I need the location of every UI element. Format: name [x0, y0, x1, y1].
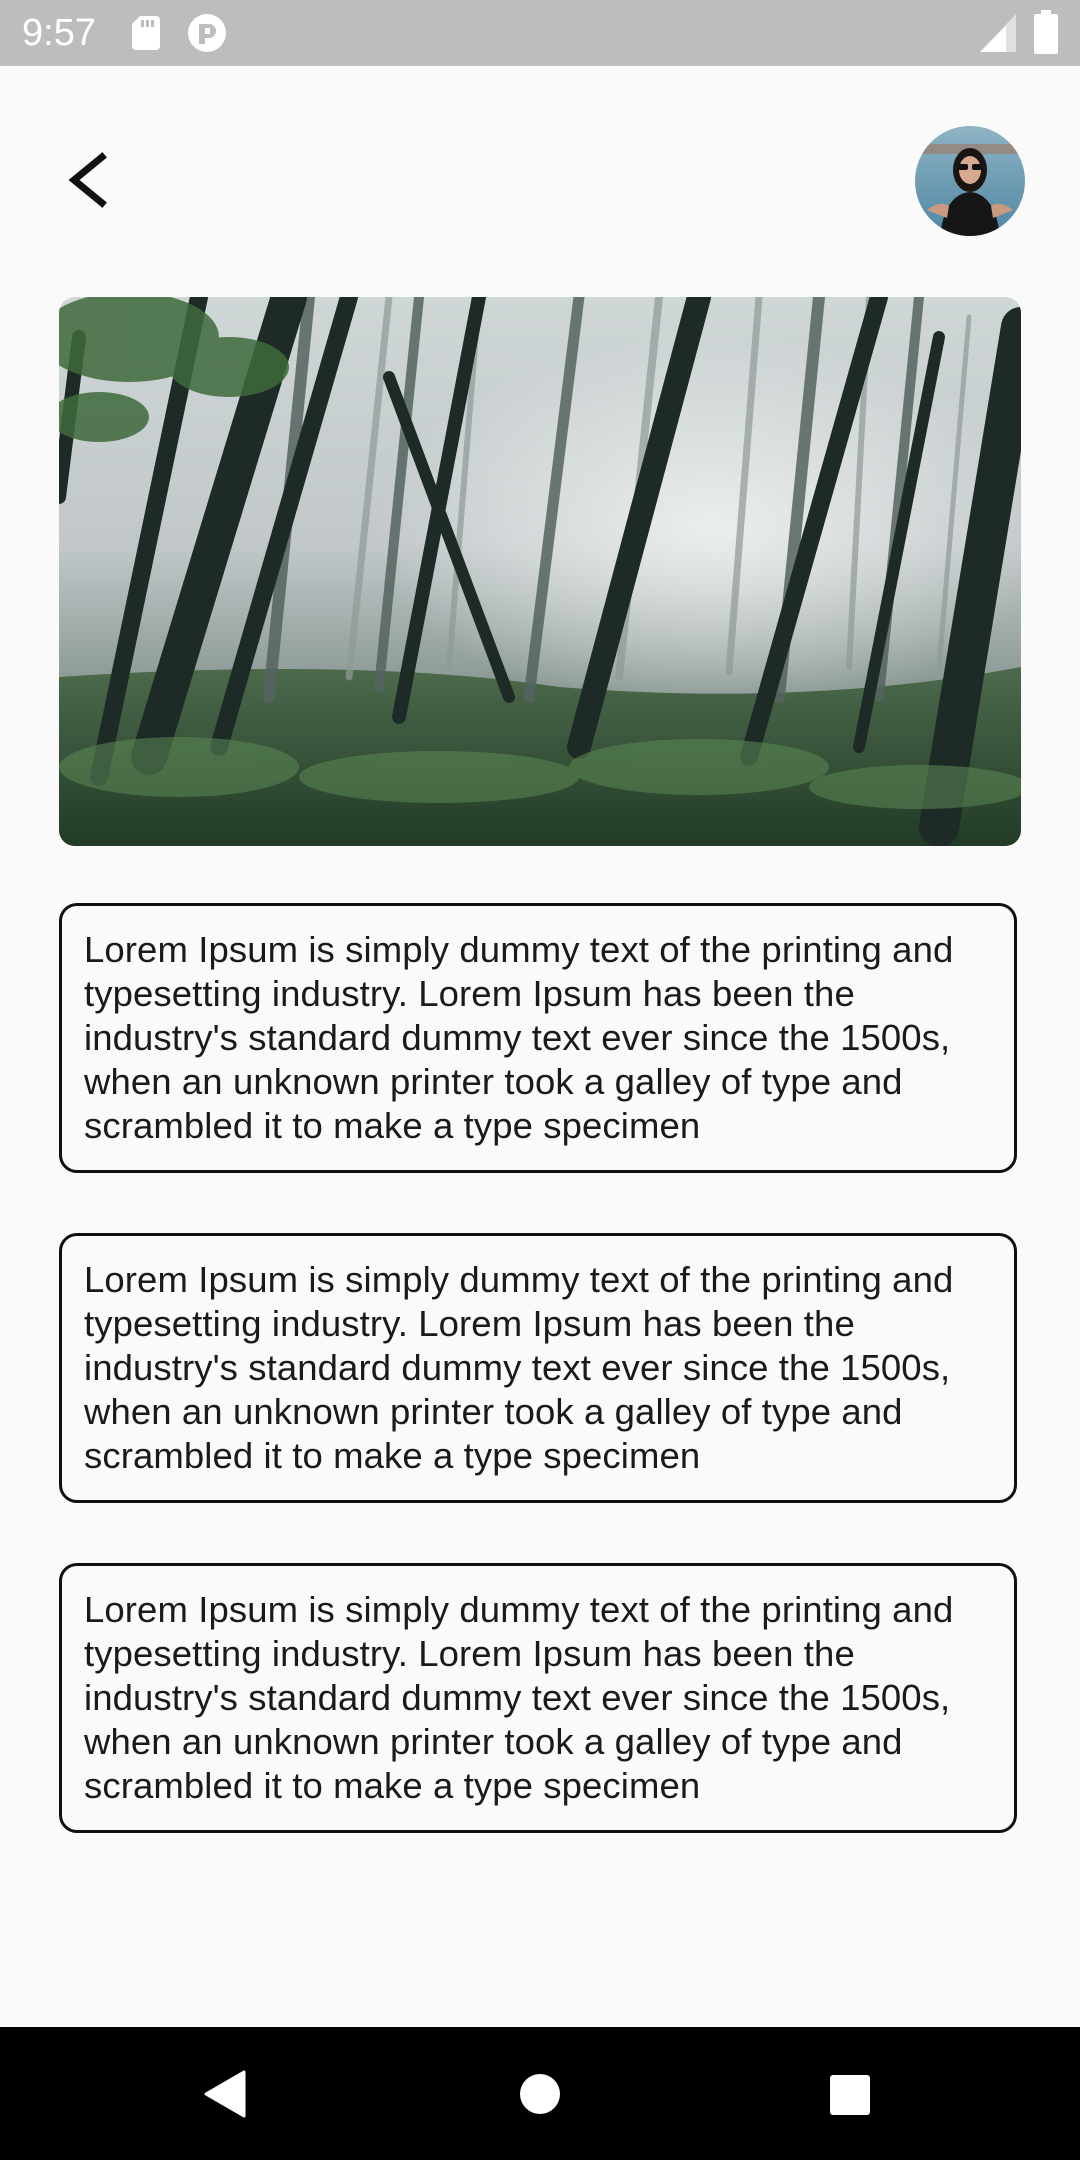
- forest-hero-image: [59, 297, 1021, 846]
- status-bar: 9:57: [0, 0, 1080, 66]
- card-text: Lorem Ipsum is simply dummy text of the …: [84, 1259, 954, 1476]
- back-button[interactable]: [54, 135, 124, 225]
- app-notification-icon: [188, 14, 226, 52]
- card-text: Lorem Ipsum is simply dummy text of the …: [84, 1589, 954, 1806]
- card-text: Lorem Ipsum is simply dummy text of the …: [84, 929, 954, 1146]
- cellular-signal-icon: [980, 14, 1016, 52]
- user-avatar[interactable]: [915, 126, 1025, 236]
- home-circle-icon[interactable]: [519, 2073, 561, 2115]
- sd-card-icon: [132, 16, 160, 50]
- misty-forest-photo: [59, 297, 1021, 846]
- status-time: 9:57: [22, 12, 96, 54]
- text-card: Lorem Ipsum is simply dummy text of the …: [59, 1563, 1017, 1833]
- text-card: Lorem Ipsum is simply dummy text of the …: [59, 903, 1017, 1173]
- recents-square-icon[interactable]: [829, 2074, 871, 2116]
- back-triangle-icon[interactable]: [204, 2070, 246, 2118]
- avatar-photo: [915, 126, 1025, 236]
- chevron-left-icon: [68, 152, 107, 208]
- text-card: Lorem Ipsum is simply dummy text of the …: [59, 1233, 1017, 1503]
- system-navigation-bar: [0, 2027, 1080, 2160]
- battery-icon: [1034, 10, 1058, 54]
